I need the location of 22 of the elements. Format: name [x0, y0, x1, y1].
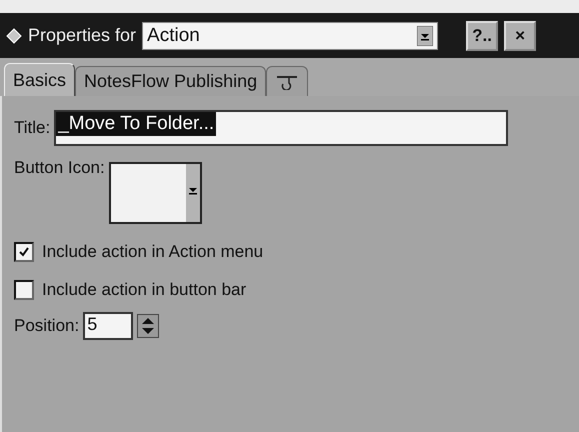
help-button[interactable]: ?.. — [466, 20, 498, 50]
checkbox[interactable] — [14, 280, 34, 300]
icon-picker[interactable] — [108, 162, 202, 224]
hook-icon — [275, 74, 300, 90]
check-icon — [18, 246, 30, 258]
position-field[interactable]: 5 — [83, 312, 134, 340]
spinner-icon[interactable] — [137, 314, 160, 338]
title-field[interactable]: _Move To Folder... — [54, 110, 508, 146]
window-title: Properties for — [28, 25, 136, 46]
position-label: Position: — [14, 316, 80, 336]
dropdown-arrow-icon — [417, 26, 434, 46]
title-label: Title: — [14, 118, 50, 138]
close-button[interactable]: × — [504, 20, 536, 50]
checkbox[interactable] — [14, 242, 34, 262]
button-icon-label: Button Icon: — [14, 158, 105, 178]
diamond-icon — [6, 28, 22, 44]
checkbox-label: Include action in button bar — [42, 280, 246, 300]
tab[interactable]: NotesFlow Publishing — [75, 66, 266, 96]
object-dropdown[interactable]: Action — [142, 22, 438, 50]
checkbox-label: Include action in Action menu — [42, 242, 264, 262]
tab[interactable] — [266, 66, 308, 96]
tab[interactable]: Basics — [4, 63, 76, 96]
